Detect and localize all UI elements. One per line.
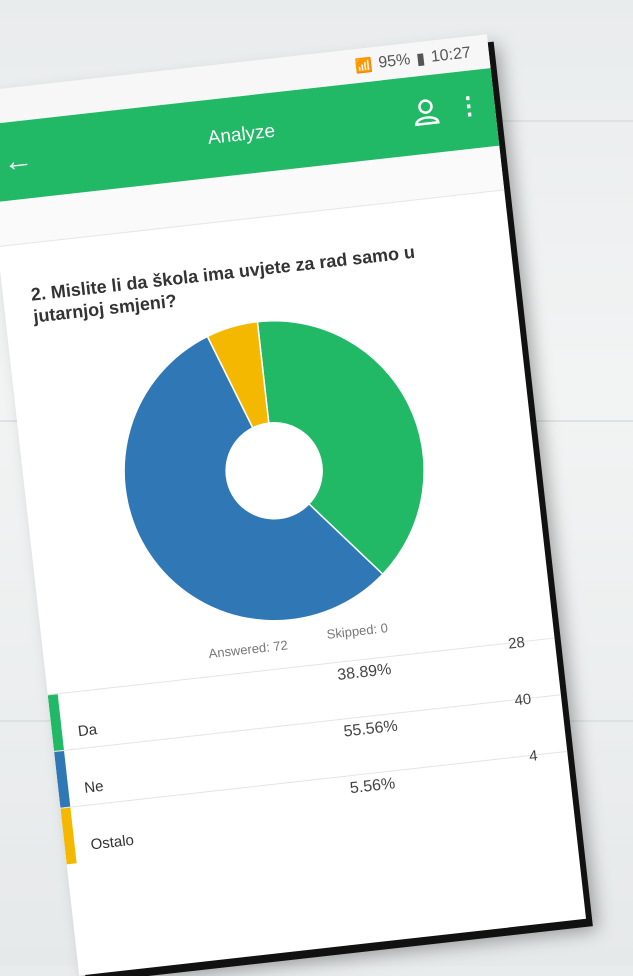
user-icon[interactable]	[407, 94, 445, 132]
color-bar	[54, 750, 71, 808]
row-percent: 38.89%	[336, 661, 393, 684]
row-percent: 5.56%	[349, 775, 397, 798]
color-bar	[47, 694, 64, 752]
row-count: 40	[513, 690, 533, 710]
color-bar	[60, 807, 77, 865]
clock: 10:27	[430, 44, 472, 66]
row-count: 4	[528, 747, 539, 766]
row-count: 28	[507, 633, 526, 653]
battery-icon: ▮	[415, 50, 427, 69]
battery-level: 95%	[377, 51, 412, 72]
chart-container	[7, 274, 551, 659]
phone-screen: 📶 95% ▮ 10:27 ← Analyze ⋮ 2. Mislite li …	[0, 34, 587, 976]
row-label: Ostalo	[89, 831, 135, 854]
more-vert-icon[interactable]: ⋮	[455, 90, 483, 126]
row-percent: 55.56%	[342, 717, 399, 741]
row-label: Ne	[83, 777, 105, 797]
signal-icon: 📶	[354, 55, 374, 74]
row-label: Da	[77, 721, 99, 741]
donut-chart	[123, 320, 425, 622]
